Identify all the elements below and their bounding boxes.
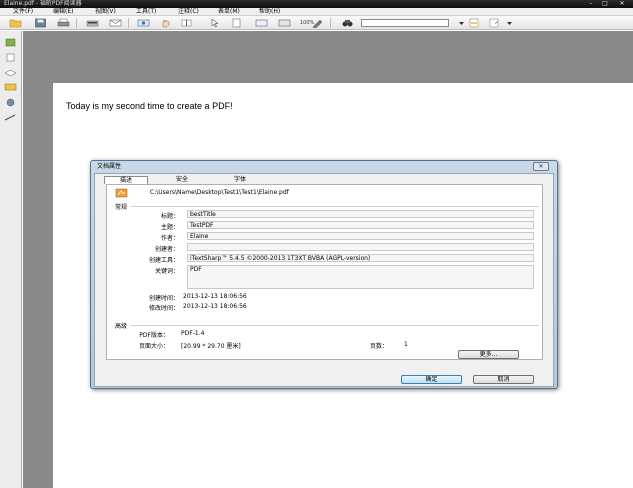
menu-tools[interactable]: 工具(T) (136, 8, 156, 16)
advanced-section-title: 高级 (115, 323, 128, 330)
snapshot-icon[interactable] (137, 18, 150, 28)
modified-label: 修改时间： (148, 305, 179, 312)
page-count-label: 页数： (370, 343, 389, 350)
general-section-title: 常规 (115, 204, 128, 211)
more-button[interactable]: 更多... (458, 350, 519, 359)
cancel-button[interactable]: 取消 (473, 375, 534, 384)
email-icon[interactable] (109, 18, 122, 28)
dialog-close-button[interactable]: ✕ (533, 162, 549, 171)
pen-tool-icon[interactable] (311, 18, 324, 28)
bookmarks-icon[interactable] (4, 38, 17, 47)
ok-button[interactable]: 确定 (401, 375, 462, 384)
document-text: Today is my second time to create a PDF! (66, 101, 233, 111)
cursor-arrow-icon[interactable] (207, 18, 220, 28)
fit-page-icon[interactable] (255, 18, 268, 28)
minimize-button[interactable]: – (585, 0, 597, 8)
tab-fonts[interactable]: 字体 (218, 176, 262, 184)
modified-value: 2013-12-13 18:06:56 (183, 303, 247, 310)
document-properties-dialog: 文档属性 ✕ 描述 安全 字体 C:\Users\Name\Desktop\Te… (90, 160, 558, 389)
toolbar-separator (330, 18, 331, 28)
keywords-field[interactable]: PDF (187, 265, 534, 289)
page-icon[interactable] (230, 18, 243, 28)
security-icon[interactable] (4, 98, 17, 107)
menu-view[interactable]: 视图(V) (95, 8, 116, 16)
menu-forms[interactable]: 表单(M) (218, 8, 240, 16)
producer-field[interactable]: iTextSharp™ 5.4.5 ©2000-2013 1T3XT BVBA … (187, 254, 534, 262)
page-size-value: [20.99 * 29.70 厘米] (181, 343, 241, 350)
pdf-file-icon (115, 188, 128, 198)
close-window-button[interactable]: ✕ (616, 0, 628, 8)
subject-label: 主题： (160, 224, 179, 231)
title-label: 标题： (160, 213, 179, 220)
creator-field[interactable] (187, 243, 534, 251)
menu-file[interactable]: 文件(F) (13, 8, 33, 16)
maximize-button[interactable]: □ (599, 0, 611, 8)
highlight-icon[interactable] (468, 18, 481, 28)
toolbar-separator (128, 18, 129, 28)
pdf-version-label: PDF版本： (139, 332, 169, 339)
pdf-version-value: PDF-1.4 (181, 330, 205, 337)
section-divider (131, 206, 539, 207)
toolbar-separator (76, 18, 77, 28)
title-field[interactable]: bestTitle (187, 210, 534, 218)
open-folder-icon[interactable] (9, 18, 22, 28)
created-label: 创建时间： (148, 295, 179, 302)
menu-bar: 文件(F) 编辑(E) 视图(V) 工具(T) 注释(C) 表单(M) 帮助(H… (0, 8, 633, 16)
layers-icon[interactable] (4, 68, 17, 77)
title-bar: Elaine.pdf - 福昕PDF阅读器 – □ ✕ (0, 0, 633, 8)
keywords-label: 关键词： (154, 268, 179, 275)
creator-label: 创建者： (154, 246, 179, 253)
tab-description[interactable]: 描述 (104, 176, 148, 184)
author-label: 作者： (160, 235, 179, 242)
print-icon[interactable] (57, 18, 70, 28)
pages-icon[interactable] (4, 53, 17, 62)
comments-icon[interactable] (4, 83, 17, 92)
menu-help[interactable]: 帮助(H) (259, 8, 280, 16)
scanner-icon[interactable] (86, 18, 99, 28)
menu-edit[interactable]: 编辑(E) (53, 8, 73, 16)
binoculars-icon[interactable] (341, 18, 354, 28)
search-options-icon[interactable] (455, 18, 468, 28)
dropdown-arrow-icon[interactable] (503, 18, 516, 28)
subject-field[interactable]: TestPDF (187, 221, 534, 229)
file-path: C:\Users\Name\Desktop\Test1\Test1\Elaine… (150, 189, 289, 196)
save-icon[interactable] (34, 18, 47, 28)
tab-security[interactable]: 安全 (160, 176, 204, 184)
dialog-body: 描述 安全 字体 C:\Users\Name\Desktop\Test1\Tes… (94, 173, 554, 387)
description-panel: C:\Users\Name\Desktop\Test1\Test1\Elaine… (106, 184, 543, 360)
toolbar: 100% (0, 16, 633, 30)
search-input[interactable] (361, 19, 449, 27)
signature-icon[interactable] (4, 113, 17, 122)
created-value: 2013-12-13 18:06:56 (183, 293, 247, 300)
select-text-icon[interactable] (180, 18, 193, 28)
author-field[interactable]: Elaine (187, 232, 534, 240)
page-count-value: 1 (404, 341, 408, 348)
page-size-label: 页面大小： (138, 343, 169, 350)
zoom-icon[interactable] (278, 18, 291, 28)
dialog-title: 文档属性 (97, 163, 122, 170)
navigation-panel (0, 31, 22, 488)
section-divider (131, 325, 539, 326)
attach-icon[interactable] (488, 18, 501, 28)
producer-label: 创建工具： (148, 257, 179, 264)
window-title: Elaine.pdf - 福昕PDF阅读器 (4, 0, 82, 7)
hand-tool-icon[interactable] (159, 18, 172, 28)
menu-comments[interactable]: 注释(C) (178, 8, 199, 16)
